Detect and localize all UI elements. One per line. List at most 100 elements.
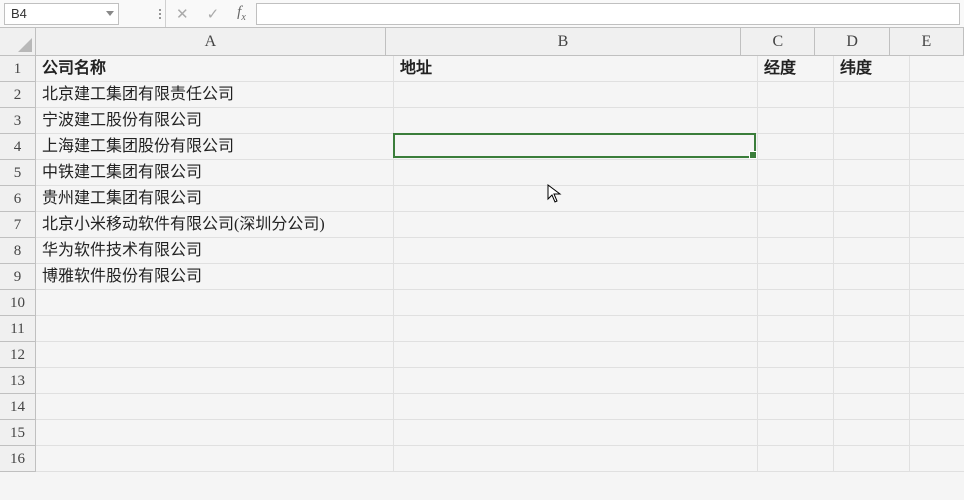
cell[interactable] bbox=[758, 186, 834, 212]
row-header-3[interactable]: 3 bbox=[0, 108, 36, 134]
cell[interactable] bbox=[394, 342, 758, 368]
row-header-10[interactable]: 10 bbox=[0, 290, 36, 316]
cell[interactable] bbox=[910, 446, 964, 472]
cell[interactable] bbox=[36, 342, 394, 368]
cell[interactable] bbox=[834, 368, 910, 394]
cell[interactable]: 中铁建工集团有限公司 bbox=[36, 160, 394, 186]
cell[interactable] bbox=[834, 212, 910, 238]
cell[interactable] bbox=[910, 160, 964, 186]
cells-area[interactable]: 公司名称 地址 经度 纬度 北京建工集团有限责任公司宁波建工股份有限公司上海建工… bbox=[36, 56, 964, 472]
cell[interactable] bbox=[910, 368, 964, 394]
cell[interactable] bbox=[910, 316, 964, 342]
row-header-2[interactable]: 2 bbox=[0, 82, 36, 108]
cell[interactable] bbox=[910, 56, 964, 82]
row-header-7[interactable]: 7 bbox=[0, 212, 36, 238]
row-header-8[interactable]: 8 bbox=[0, 238, 36, 264]
cell[interactable] bbox=[910, 342, 964, 368]
cell[interactable] bbox=[394, 82, 758, 108]
cell[interactable] bbox=[834, 290, 910, 316]
row-header-9[interactable]: 9 bbox=[0, 264, 36, 290]
cell[interactable] bbox=[394, 368, 758, 394]
cell[interactable]: 北京小米移动软件有限公司(深圳分公司) bbox=[36, 212, 394, 238]
cell[interactable]: 宁波建工股份有限公司 bbox=[36, 108, 394, 134]
cell[interactable]: 北京建工集团有限责任公司 bbox=[36, 82, 394, 108]
cell[interactable] bbox=[910, 134, 964, 160]
row-header-5[interactable]: 5 bbox=[0, 160, 36, 186]
cell[interactable] bbox=[36, 290, 394, 316]
formula-input[interactable] bbox=[256, 3, 960, 25]
col-header-B[interactable]: B bbox=[386, 28, 742, 55]
cell[interactable] bbox=[36, 420, 394, 446]
cell[interactable] bbox=[394, 316, 758, 342]
cell[interactable] bbox=[834, 82, 910, 108]
cell[interactable] bbox=[834, 316, 910, 342]
cell[interactable] bbox=[910, 186, 964, 212]
cell[interactable] bbox=[834, 342, 910, 368]
cell[interactable] bbox=[394, 290, 758, 316]
chevron-down-icon[interactable] bbox=[106, 11, 114, 16]
cell[interactable] bbox=[394, 134, 758, 160]
cell[interactable] bbox=[36, 394, 394, 420]
cell[interactable] bbox=[910, 264, 964, 290]
cell[interactable]: 华为软件技术有限公司 bbox=[36, 238, 394, 264]
row-header-15[interactable]: 15 bbox=[0, 420, 36, 446]
confirm-icon[interactable]: ✓ bbox=[207, 5, 220, 23]
cell[interactable] bbox=[834, 160, 910, 186]
name-box[interactable]: B4 bbox=[4, 3, 119, 25]
cell[interactable]: 经度 bbox=[758, 56, 834, 82]
cell[interactable] bbox=[910, 82, 964, 108]
cell[interactable] bbox=[394, 394, 758, 420]
cell[interactable] bbox=[834, 108, 910, 134]
cell[interactable] bbox=[394, 264, 758, 290]
row-header-12[interactable]: 12 bbox=[0, 342, 36, 368]
cell[interactable] bbox=[394, 212, 758, 238]
cell[interactable] bbox=[758, 134, 834, 160]
col-header-D[interactable]: D bbox=[815, 28, 889, 55]
cell[interactable] bbox=[834, 238, 910, 264]
cell[interactable] bbox=[910, 290, 964, 316]
cell[interactable] bbox=[758, 446, 834, 472]
row-header-4[interactable]: 4 bbox=[0, 134, 36, 160]
cell[interactable] bbox=[758, 420, 834, 446]
cell[interactable] bbox=[910, 394, 964, 420]
cell[interactable] bbox=[394, 108, 758, 134]
cell[interactable] bbox=[758, 290, 834, 316]
cell[interactable] bbox=[834, 186, 910, 212]
fx-icon[interactable]: fx bbox=[237, 4, 246, 23]
cell[interactable] bbox=[394, 186, 758, 212]
cell[interactable] bbox=[758, 394, 834, 420]
cell[interactable] bbox=[394, 420, 758, 446]
cell[interactable] bbox=[394, 446, 758, 472]
row-header-6[interactable]: 6 bbox=[0, 186, 36, 212]
cell[interactable] bbox=[758, 82, 834, 108]
name-box-resize[interactable] bbox=[119, 9, 165, 19]
cell[interactable] bbox=[758, 238, 834, 264]
cell[interactable] bbox=[758, 108, 834, 134]
cell[interactable] bbox=[758, 160, 834, 186]
cell[interactable] bbox=[36, 368, 394, 394]
cell[interactable]: 纬度 bbox=[834, 56, 910, 82]
cell[interactable] bbox=[910, 212, 964, 238]
cell[interactable] bbox=[758, 316, 834, 342]
cancel-icon[interactable]: ✕ bbox=[176, 5, 189, 23]
row-header-13[interactable]: 13 bbox=[0, 368, 36, 394]
cell[interactable] bbox=[758, 342, 834, 368]
cell[interactable] bbox=[910, 108, 964, 134]
row-header-16[interactable]: 16 bbox=[0, 446, 36, 472]
cell[interactable] bbox=[834, 394, 910, 420]
cell[interactable] bbox=[758, 212, 834, 238]
cell[interactable] bbox=[834, 134, 910, 160]
row-header-11[interactable]: 11 bbox=[0, 316, 36, 342]
select-all-corner[interactable] bbox=[0, 28, 36, 56]
cell[interactable] bbox=[394, 160, 758, 186]
cell[interactable] bbox=[394, 238, 758, 264]
col-header-A[interactable]: A bbox=[36, 28, 386, 55]
cell[interactable] bbox=[834, 264, 910, 290]
cell[interactable] bbox=[910, 420, 964, 446]
cell[interactable]: 上海建工集团股份有限公司 bbox=[36, 134, 394, 160]
cell[interactable] bbox=[758, 368, 834, 394]
cell[interactable]: 贵州建工集团有限公司 bbox=[36, 186, 394, 212]
cell[interactable]: 博雅软件股份有限公司 bbox=[36, 264, 394, 290]
cell[interactable] bbox=[758, 264, 834, 290]
cell[interactable] bbox=[910, 238, 964, 264]
